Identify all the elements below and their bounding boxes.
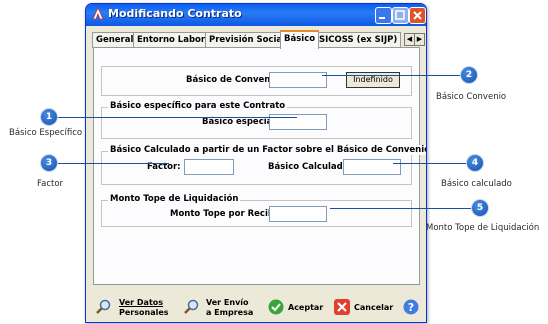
ver-envio-line2: a Empresa — [206, 308, 254, 317]
cancelar-button[interactable]: Cancelar — [354, 303, 393, 313]
svg-text:?: ? — [408, 301, 414, 314]
tab-prevision-social[interactable]: Previsión Social — [205, 32, 290, 48]
ver-datos-line1: Ver Datos — [119, 298, 164, 307]
callout-2-line — [322, 75, 461, 76]
minimize-button[interactable] — [375, 7, 392, 24]
callout-2-label: Básico Convenio — [436, 92, 507, 102]
app-icon — [92, 7, 104, 20]
callout-3-label: Factor — [37, 179, 64, 189]
callout-5-line — [330, 208, 472, 209]
callout-3-badge: 3 — [41, 155, 57, 171]
callout-1-line — [57, 117, 297, 118]
tab-general[interactable]: General — [92, 32, 138, 48]
callout-4-label: Básico calculado — [441, 179, 512, 189]
especifico-group-title: Básico específico para este Contrato — [108, 101, 288, 111]
monto-tope-label: Monto Tope por Recibo: — [170, 209, 284, 219]
monto-tope-group: Monto Tope de Liquidación Monto Tope por… — [101, 194, 412, 227]
basico-calculado-label: Básico Calculado: — [268, 162, 352, 172]
ver-datos-line2: Personales — [119, 308, 169, 317]
callout-1-badge: 1 — [41, 109, 57, 125]
tab-scroll-right-icon[interactable]: ▶ — [414, 33, 425, 46]
tab-sicoss[interactable]: SICOSS (ex SIJP) — [315, 32, 402, 48]
window-title: Modificando Contrato — [108, 7, 242, 20]
callout-5-label: Monto Tope de Liquidación — [426, 223, 540, 233]
help-icon[interactable]: ? — [403, 299, 419, 315]
aceptar-button[interactable]: Aceptar — [288, 303, 323, 313]
callout-3-line — [57, 163, 169, 164]
close-icon — [413, 11, 422, 20]
convenio-group: Básico de Convenio: Indefinido — [101, 66, 412, 96]
cancel-icon[interactable] — [334, 299, 350, 315]
close-button[interactable] — [409, 7, 426, 24]
check-icon[interactable] — [268, 299, 284, 315]
calculado-group: Básico Calculado a partir de un Factor s… — [101, 145, 426, 185]
title-bar: Modificando Contrato — [86, 4, 426, 26]
factor-input[interactable] — [184, 159, 234, 175]
basico-convenio-label: Básico de Convenio: — [186, 75, 283, 85]
basico-calculado-input[interactable] — [343, 159, 401, 175]
especifico-group: Básico específico para este Contrato Bás… — [101, 101, 412, 139]
footer-toolbar: Ver Datos Personales Ver Envío a Empresa… — [86, 293, 426, 322]
callout-2-badge: 2 — [461, 67, 477, 83]
tab-panel-basico: Básico de Convenio: Indefinido Básico es… — [93, 47, 426, 285]
callout-1-label: Básico Específico — [9, 128, 83, 138]
monto-tope-input[interactable] — [269, 206, 327, 222]
callout-4-line — [393, 163, 467, 164]
callout-4-badge: 4 — [467, 155, 483, 171]
magnifier-icon[interactable] — [183, 299, 199, 315]
basico-convenio-input[interactable] — [269, 72, 327, 88]
maximize-icon — [395, 10, 405, 20]
magnifier-icon[interactable] — [95, 299, 111, 315]
callout-5-badge: 5 — [472, 200, 488, 216]
tab-strip: General Entorno Laboral Previsión Social… — [92, 30, 425, 49]
maximize-button[interactable] — [392, 7, 409, 24]
tab-basico[interactable]: Básico — [280, 30, 320, 49]
calculado-group-title: Básico Calculado a partir de un Factor s… — [108, 145, 426, 155]
ver-envio-line1: Ver Envío — [206, 298, 249, 307]
ver-datos-personales-button[interactable]: Ver Datos Personales — [119, 298, 169, 318]
tab-scroll: ◀ ▶ — [404, 33, 425, 46]
monto-tope-group-title: Monto Tope de Liquidación — [108, 194, 241, 204]
minimize-icon — [379, 17, 385, 19]
ver-envio-empresa-button[interactable]: Ver Envío a Empresa — [206, 298, 253, 318]
basico-especial-label: Básico especial: — [202, 117, 279, 127]
